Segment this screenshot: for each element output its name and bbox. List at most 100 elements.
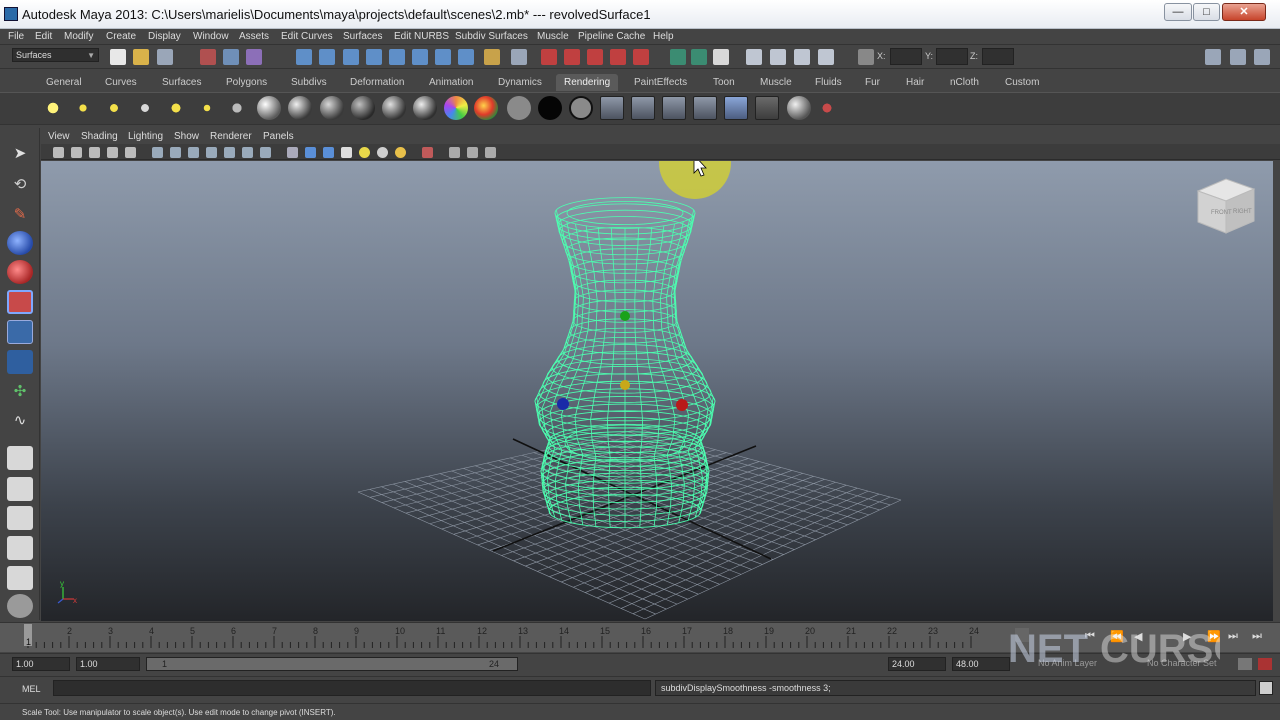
tab-rendering[interactable]: Rendering	[556, 74, 619, 91]
graph-editor-icon[interactable]	[794, 49, 810, 65]
tab-fluids[interactable]: Fluids	[815, 77, 842, 88]
tab-toon[interactable]: Toon	[713, 77, 735, 88]
tab-polygons[interactable]: Polygons	[226, 77, 267, 88]
phong-material-icon[interactable]	[320, 96, 344, 120]
x-field[interactable]	[890, 48, 922, 65]
snap-curve-icon[interactable]	[319, 49, 335, 65]
tab-curves[interactable]: Curves	[105, 77, 137, 88]
command-language-label[interactable]: MEL	[22, 684, 41, 694]
menu-file[interactable]: File	[8, 31, 24, 42]
camera-attributes-icon[interactable]	[71, 147, 82, 158]
xray-joints-icon[interactable]	[467, 147, 478, 158]
tab-custom[interactable]: Custom	[1005, 77, 1039, 88]
snap-view-plane-icon[interactable]	[366, 49, 382, 65]
gate-mask-icon[interactable]	[206, 147, 217, 158]
close-button[interactable]: ✕	[1222, 3, 1266, 21]
mental-ray-icon[interactable]	[755, 96, 779, 120]
script-editor-icon[interactable]	[1259, 681, 1273, 695]
tab-dynamics[interactable]: Dynamics	[498, 77, 542, 88]
smooth-shade-icon[interactable]	[305, 147, 316, 158]
panel-menu-shading[interactable]: Shading	[81, 131, 118, 142]
render-settings-icon[interactable]	[564, 49, 580, 65]
image-plane-icon[interactable]	[107, 147, 118, 158]
render-icon[interactable]	[600, 96, 624, 120]
menu-create[interactable]: Create	[106, 31, 136, 42]
maximize-button[interactable]: □	[1193, 3, 1220, 21]
safe-title-icon[interactable]	[260, 147, 271, 158]
paint-select-tool[interactable]: ✎	[7, 202, 33, 226]
surface-shader-icon[interactable]	[474, 96, 498, 120]
scale-handle-x[interactable]	[676, 399, 688, 411]
textured-icon[interactable]	[341, 147, 352, 158]
menu-surfaces[interactable]: Surfaces	[343, 31, 382, 42]
menu-subdiv-surfaces[interactable]: Subdiv Surfaces	[455, 31, 528, 42]
ambient-light-icon[interactable]	[41, 96, 65, 120]
safe-action-icon[interactable]	[242, 147, 253, 158]
menu-muscle[interactable]: Muscle	[537, 31, 569, 42]
layout-custom[interactable]	[7, 594, 33, 618]
hypershade-icon[interactable]	[587, 49, 603, 65]
batch-render-icon[interactable]	[633, 49, 649, 65]
attribute-editor-icon[interactable]	[670, 49, 686, 65]
phonge-material-icon[interactable]	[351, 96, 375, 120]
panel-menu-panels[interactable]: Panels	[263, 131, 294, 142]
paint-brush-icon[interactable]	[815, 96, 839, 120]
tool-settings-icon[interactable]	[691, 49, 707, 65]
panel-menu-lighting[interactable]: Lighting	[128, 131, 163, 142]
ocean-shader-icon[interactable]	[569, 96, 593, 120]
menu-pipeline-cache[interactable]: Pipeline Cache	[578, 31, 645, 42]
panel-menu-renderer[interactable]: Renderer	[210, 131, 252, 142]
grid-toggle-icon[interactable]	[152, 147, 163, 158]
tab-surfaces[interactable]: Surfaces	[162, 77, 201, 88]
command-input[interactable]	[53, 680, 651, 696]
select-tool[interactable]: ➤	[7, 141, 33, 165]
input-ops-icon[interactable]	[412, 49, 428, 65]
render-globals-icon[interactable]	[662, 96, 686, 120]
panel-menu-show[interactable]: Show	[174, 131, 199, 142]
menu-edit[interactable]: Edit	[35, 31, 52, 42]
ipr-render-icon[interactable]	[541, 49, 557, 65]
soft-modification-tool[interactable]	[7, 350, 33, 374]
show-channel-box-icon[interactable]	[1254, 49, 1270, 65]
construction-history-icon[interactable]	[458, 49, 474, 65]
render-view-shelf-icon[interactable]	[724, 96, 748, 120]
panel-menu-view[interactable]: View	[48, 131, 70, 142]
menu-help[interactable]: Help	[653, 31, 674, 42]
ipr-icon[interactable]	[631, 96, 655, 120]
shadows-icon[interactable]	[377, 147, 388, 158]
tab-ncloth[interactable]: nCloth	[950, 77, 979, 88]
auto-key-icon[interactable]	[1258, 658, 1272, 670]
menu-window[interactable]: Window	[193, 31, 229, 42]
viewcube[interactable]: FRONT RIGHT	[1196, 178, 1256, 234]
shadow-matte-icon[interactable]	[538, 96, 562, 120]
menu-modify[interactable]: Modify	[64, 31, 93, 42]
trax-editor-icon[interactable]	[818, 49, 834, 65]
perspective-viewport[interactable]: FRONT RIGHT y x	[41, 161, 1273, 621]
new-scene-icon[interactable]	[110, 49, 126, 65]
open-scene-icon[interactable]	[133, 49, 149, 65]
show-attribute-editor-icon[interactable]	[1205, 49, 1221, 65]
isolate-select-icon[interactable]	[422, 147, 433, 158]
spot-light-icon[interactable]	[133, 96, 157, 120]
rotate-tool[interactable]	[7, 260, 33, 284]
lock-icon[interactable]	[484, 49, 500, 65]
scale-handle-y[interactable]	[620, 311, 630, 321]
area-light-icon[interactable]	[164, 96, 188, 120]
xray-icon[interactable]	[449, 147, 460, 158]
tab-subdivs[interactable]: Subdivs	[291, 77, 327, 88]
layout-persp-hypershade[interactable]	[7, 566, 33, 590]
tab-hair[interactable]: Hair	[906, 77, 924, 88]
z-field[interactable]	[982, 48, 1014, 65]
volume-light-icon[interactable]	[195, 96, 219, 120]
default-lighting-icon[interactable]	[359, 147, 370, 158]
scale-handle-center[interactable]	[620, 380, 630, 390]
animation-preferences-icon[interactable]	[1238, 658, 1252, 670]
point-light-icon[interactable]	[102, 96, 126, 120]
menu-edit-curves[interactable]: Edit Curves	[281, 31, 333, 42]
tab-animation[interactable]: Animation	[429, 77, 473, 88]
move-tool[interactable]	[7, 231, 33, 255]
menu-set-dropdown[interactable]: Surfaces ▼	[12, 48, 99, 62]
menu-edit-nurbs[interactable]: Edit NURBS	[394, 31, 449, 42]
xray-active-icon[interactable]	[485, 147, 496, 158]
revolved-surface-wireframe[interactable]	[534, 197, 716, 529]
